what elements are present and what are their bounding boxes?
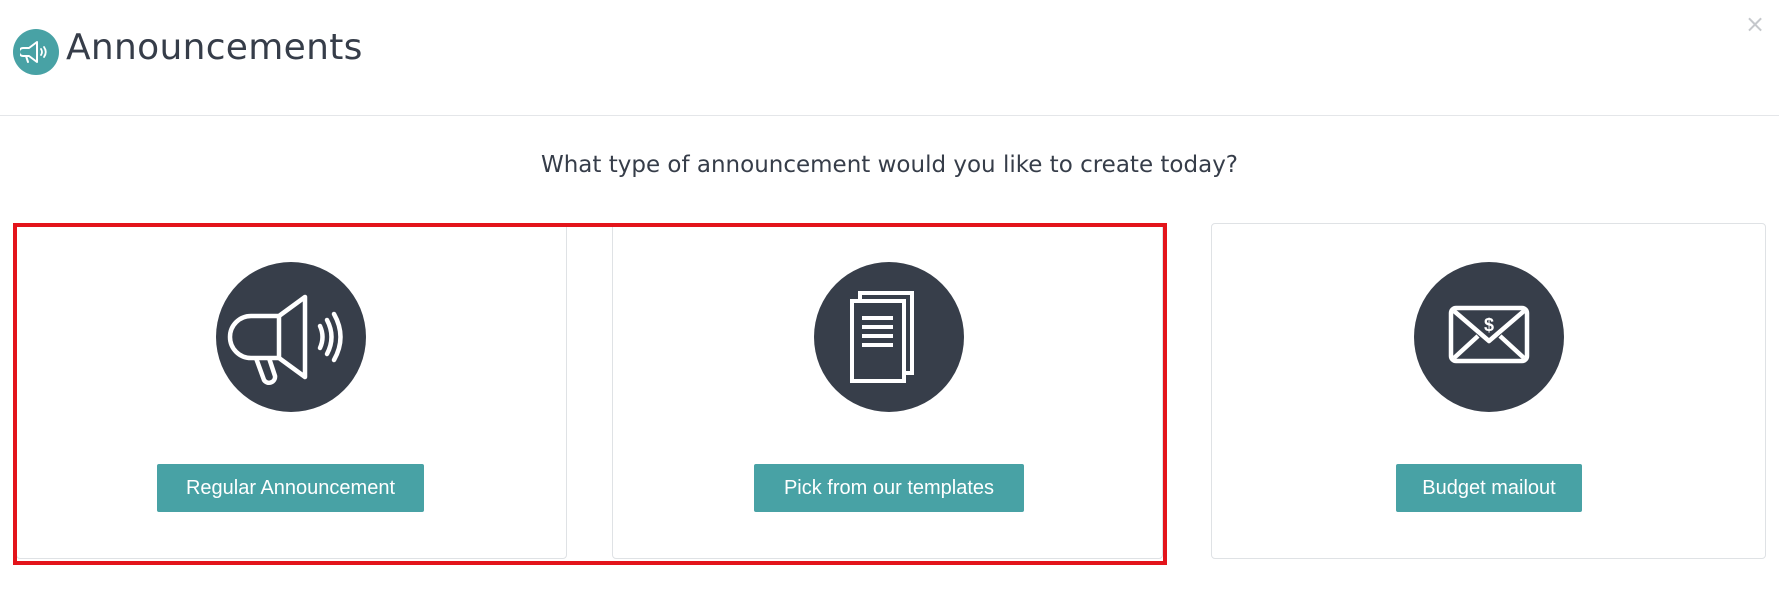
svg-text:$: $ — [1484, 315, 1494, 335]
budget-mailout-card[interactable]: $ Budget mailout — [1211, 223, 1766, 559]
close-button[interactable]: × — [1743, 10, 1767, 38]
templates-card[interactable]: Pick from our templates — [612, 223, 1163, 559]
modal-header: Announcements × — [0, 0, 1779, 116]
documents-icon — [814, 262, 964, 412]
megaphone-icon — [13, 29, 59, 75]
budget-mailout-button[interactable]: Budget mailout — [1396, 464, 1582, 512]
regular-announcement-button[interactable]: Regular Announcement — [157, 464, 424, 512]
prompt-question: What type of announcement would you like… — [540, 152, 1239, 178]
page-title: Announcements — [66, 27, 363, 68]
pick-templates-button[interactable]: Pick from our templates — [754, 464, 1024, 512]
regular-announcement-card[interactable]: Regular Announcement — [16, 223, 567, 559]
envelope-dollar-icon: $ — [1414, 262, 1564, 412]
megaphone-icon — [216, 262, 366, 412]
